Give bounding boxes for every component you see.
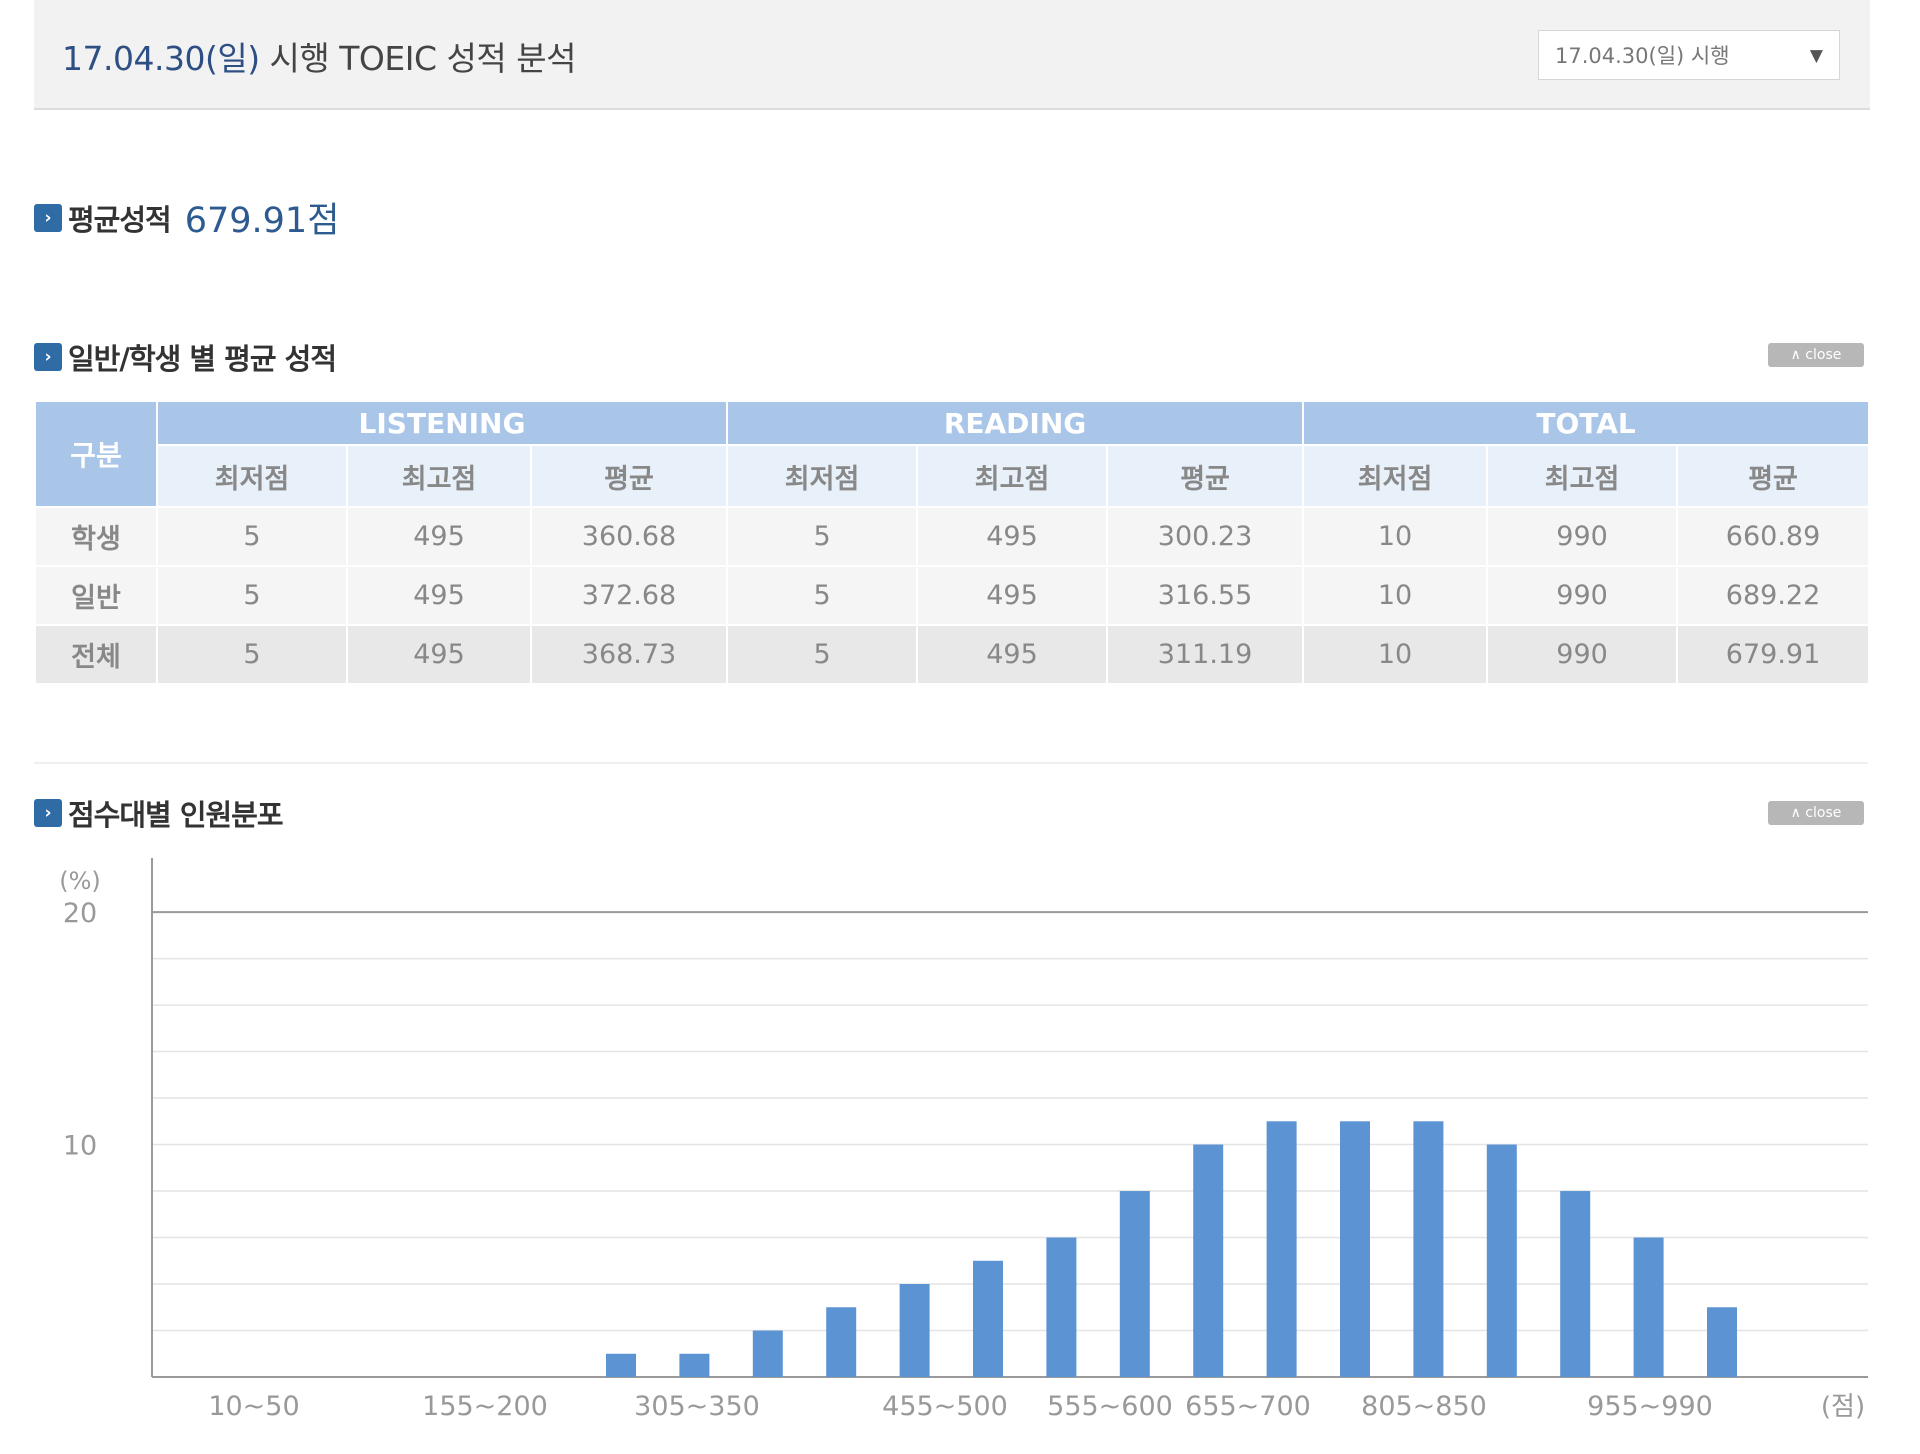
table-cell: 5 (156, 624, 348, 685)
reading-header: READING (726, 400, 1305, 446)
total-header: TOTAL (1302, 400, 1871, 446)
bar (1560, 1191, 1591, 1377)
table-cell: 689.22 (1676, 565, 1871, 626)
score-distribution-chart: (%) 10 20 10~50 155~200 305~350 455~500 555~600… (59, 858, 1868, 1422)
column-header: 평균 (1106, 444, 1305, 508)
table-cell: 10 (1302, 624, 1489, 685)
bar (899, 1284, 930, 1377)
table-cell: 368.73 (529, 624, 729, 685)
x-tick-label: 155~200 (422, 1391, 548, 1422)
column-header: 평균 (529, 444, 729, 508)
bar (752, 1330, 783, 1377)
bar (1266, 1121, 1297, 1377)
table-cell: 495 (346, 506, 532, 567)
row-label: 전체 (34, 624, 158, 685)
table-cell: 990 (1486, 565, 1679, 626)
distribution-title: 점수대별 인원분포 (68, 798, 284, 832)
bar (606, 1353, 636, 1377)
table-cell: 5 (726, 506, 919, 567)
row-label: 학생 (34, 506, 158, 567)
table-group-header-row: 구분 LISTENING READING TOTAL (34, 400, 1871, 508)
x-axis-unit: (점) (1821, 1392, 1865, 1422)
group-average-close-button[interactable]: ∧ close (1768, 343, 1864, 367)
bar (1486, 1144, 1517, 1377)
exam-header: 17.04.30(일) 시행 TOEIC 성적 분석 17.04.30(일) 시… (34, 0, 1870, 110)
arrow-right-icon: › (34, 203, 62, 232)
page-title: 17.04.30(일) 시행 TOEIC 성적 분석 (62, 32, 576, 80)
title-text: 시행 TOEIC 성적 분석 (259, 39, 577, 78)
bar (1046, 1237, 1077, 1377)
table-row: 학생 5 495 360.68 5 495 300.23 10 990 660.… (34, 506, 1871, 567)
bar (1193, 1144, 1224, 1377)
x-tick-label: 805~850 (1361, 1391, 1487, 1422)
table-row: 일반 5 495 372.68 5 495 316.55 10 990 689.… (34, 565, 1871, 626)
bar (679, 1353, 710, 1377)
x-tick-label: 455~500 (882, 1391, 1008, 1422)
row-label: 일반 (34, 565, 158, 626)
table-cell: 5 (156, 506, 348, 567)
distribution-section: › 점수대별 인원분포 (34, 792, 284, 834)
x-tick-label: 555~600 (1047, 1391, 1173, 1422)
y-tick-label: 20 (63, 898, 97, 929)
y-axis-label: (%) (59, 867, 101, 895)
bar (1707, 1307, 1737, 1377)
gubun-header: 구분 (34, 400, 158, 508)
table-subheader-row: 최저점 최고점 평균 최저점 최고점 평균 최저점 최고점 평균 (35, 444, 1871, 508)
title-date: 17.04.30(일) (62, 39, 260, 78)
column-header: 최저점 (726, 444, 919, 508)
group-average-section: › 일반/학생 별 평균 성적 (34, 336, 337, 378)
table-cell: 990 (1486, 624, 1679, 685)
bar (1340, 1121, 1370, 1377)
table-cell: 5 (726, 624, 919, 685)
group-average-title: 일반/학생 별 평균 성적 (68, 342, 337, 376)
table-cell: 679.91 (1676, 624, 1871, 685)
table-row-total: 전체 5 495 368.73 5 495 311.19 10 990 679.… (34, 624, 1871, 685)
bar (1119, 1191, 1150, 1377)
column-header: 최고점 (346, 444, 532, 508)
table-cell: 360.68 (529, 506, 729, 567)
table-cell: 495 (916, 565, 1109, 626)
table-cell: 495 (346, 624, 532, 685)
table-cell: 5 (156, 565, 348, 626)
table-cell: 5 (726, 565, 919, 626)
table-cell: 495 (346, 565, 532, 626)
y-tick-label: 10 (63, 1131, 97, 1162)
x-tick-label: 955~990 (1587, 1391, 1713, 1422)
section-divider (34, 762, 1868, 764)
column-header: 최고점 (916, 444, 1109, 508)
bar (826, 1307, 857, 1377)
table-cell: 300.23 (1106, 506, 1305, 567)
average-score-section: › 평균성적 679.91점 (34, 192, 339, 243)
table-cell: 10 (1302, 506, 1489, 567)
arrow-right-icon: › (34, 343, 62, 371)
table-cell: 316.55 (1106, 565, 1305, 626)
bar (1633, 1237, 1664, 1377)
average-score-label: 평균성적 (68, 202, 172, 237)
column-header: 평균 (1676, 444, 1871, 508)
column-header: 최고점 (1486, 444, 1679, 508)
score-table: 구분 LISTENING READING TOTAL 최저점 최고점 평균 최저… (34, 400, 1871, 685)
exam-date-select[interactable]: 17.04.30(일) 시행 ▼ (1538, 30, 1840, 80)
table-cell: 311.19 (1106, 624, 1305, 685)
column-header: 최저점 (1302, 444, 1489, 508)
arrow-right-icon: › (34, 799, 62, 827)
x-tick-label: 655~700 (1185, 1391, 1311, 1422)
chevron-down-icon: ▼ (1809, 46, 1823, 66)
distribution-close-button[interactable]: ∧ close (1768, 801, 1864, 825)
listening-header: LISTENING (155, 400, 729, 446)
x-tick-label: 305~350 (634, 1391, 760, 1422)
table-cell: 495 (916, 624, 1109, 685)
table-cell: 10 (1302, 565, 1489, 626)
table-cell: 495 (916, 506, 1109, 567)
average-score-value: 679.91점 (184, 201, 340, 241)
column-header: 최저점 (156, 444, 348, 508)
table-cell: 660.89 (1676, 506, 1871, 567)
bar (1413, 1121, 1444, 1377)
table-cell: 372.68 (529, 565, 729, 626)
x-tick-label: 10~50 (208, 1391, 299, 1422)
exam-date-select-value: 17.04.30(일) 시행 (1555, 44, 1730, 68)
bar (973, 1260, 1003, 1377)
table-cell: 990 (1486, 506, 1679, 567)
